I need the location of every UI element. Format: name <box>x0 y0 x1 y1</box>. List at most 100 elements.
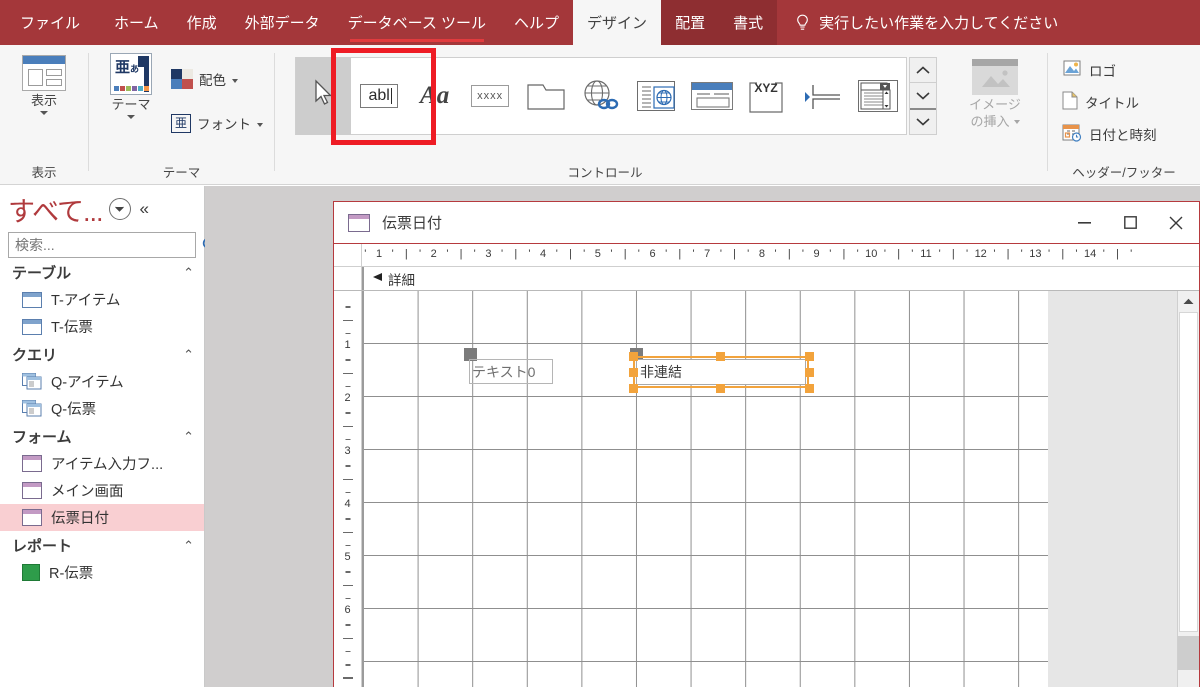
ruler-minor-tick: ' <box>911 248 914 260</box>
resize-handle-s[interactable] <box>716 384 725 393</box>
control-tab-control[interactable] <box>518 57 573 135</box>
tab-design-label: デザイン <box>587 15 648 32</box>
tab-home[interactable]: ホーム <box>100 0 173 45</box>
tab-arrange[interactable]: 配置 <box>661 0 720 45</box>
ruler-tick <box>345 650 350 653</box>
control-text-box[interactable]: abl <box>351 57 406 135</box>
resize-handle-n[interactable] <box>716 352 725 361</box>
resize-handle-sw[interactable] <box>629 384 638 393</box>
tab-format[interactable]: 書式 <box>719 0 778 45</box>
scrollbar-track-lower[interactable] <box>1178 636 1199 670</box>
nav-item-label: Q-伝票 <box>51 402 97 418</box>
chevron-circle-down-icon[interactable] <box>108 198 131 220</box>
ruler-half-tick: | <box>1006 248 1010 260</box>
title-button[interactable]: タイトル <box>1062 91 1139 113</box>
form-section-header[interactable]: 詳細 <box>334 267 1199 291</box>
control-navigation[interactable] <box>684 57 739 135</box>
nav-group-forms[interactable]: フォーム ⌃ <box>0 422 204 450</box>
double-chevron-left-icon[interactable]: « <box>140 199 149 219</box>
tab-database-tools[interactable]: データベース ツール <box>334 0 500 45</box>
ruler-tick-label: 11 <box>920 248 932 260</box>
ruler-minor-tick: ' <box>418 248 422 260</box>
search-box[interactable] <box>8 232 218 258</box>
nav-item-q-item[interactable]: Q-アイテム <box>0 368 204 395</box>
date-time-button[interactable]: 日付と時刻 <box>1062 123 1157 145</box>
resize-handle-ne[interactable] <box>805 352 814 361</box>
ruler-tick-label: 13 <box>1029 248 1042 260</box>
nav-item-label: R-伝票 <box>49 566 94 582</box>
section-expander-icon[interactable] <box>372 271 383 286</box>
search-input[interactable] <box>9 237 202 253</box>
close-button[interactable] <box>1153 202 1199 244</box>
ruler-tick <box>345 359 350 361</box>
ruler-tick <box>342 425 353 427</box>
design-canvas-row: 1 2 3 4 5 6 テキスト0 非連結 <box>334 291 1199 687</box>
gallery-more-button[interactable] <box>910 107 936 134</box>
minimize-button[interactable] <box>1061 202 1107 244</box>
tab-design[interactable]: デザイン <box>573 0 662 45</box>
control-combo-box[interactable] <box>851 57 906 135</box>
control-web-browser[interactable] <box>629 57 684 135</box>
control-select-tool[interactable] <box>296 57 352 135</box>
logo-button[interactable]: ロゴ <box>1062 59 1116 80</box>
nav-item-main-screen[interactable]: メイン画面 <box>0 477 204 504</box>
maximize-button[interactable] <box>1107 202 1153 244</box>
nav-item-t-item[interactable]: T-アイテム <box>0 286 204 313</box>
resize-handle-se[interactable] <box>805 384 814 393</box>
gallery-scroll-buttons <box>909 57 937 135</box>
ruler-tick-label: 4 <box>344 498 351 510</box>
control-unbound-object-frame[interactable]: XYZ <box>740 57 795 135</box>
vertical-scrollbar[interactable] <box>1177 291 1199 687</box>
view-button-label: 表示 <box>30 93 57 108</box>
nav-item-r-slip[interactable]: R-伝票 <box>0 559 204 586</box>
chevron-down-icon[interactable] <box>257 122 263 127</box>
gallery-scroll-up-button[interactable] <box>910 58 936 82</box>
combo-box-icon <box>858 80 899 112</box>
fonts-button[interactable]: 亜 フォント <box>171 113 263 133</box>
tab-external-data[interactable]: 外部データ <box>231 0 334 45</box>
navigation-control-icon <box>690 82 733 110</box>
navigation-pane-header: すべて... « <box>0 186 204 232</box>
form-window-titlebar: 伝票日付 <box>334 202 1199 244</box>
insert-image-button[interactable]: イメージ の挿入 <box>955 59 1035 129</box>
chevron-down-icon[interactable] <box>232 78 238 83</box>
tab-file[interactable]: ファイル <box>0 0 100 45</box>
resize-handle-e[interactable] <box>805 368 814 377</box>
chevron-down-icon[interactable] <box>1013 120 1020 124</box>
nav-group-queries[interactable]: クエリ ⌃ <box>0 340 204 368</box>
scrollbar-thumb[interactable] <box>1179 312 1198 632</box>
nav-group-tables[interactable]: テーブル ⌃ <box>0 258 204 286</box>
resize-handle-w[interactable] <box>629 368 638 377</box>
control-hyperlink[interactable] <box>573 57 628 135</box>
control-button[interactable]: xxxx <box>462 57 517 135</box>
scroll-up-button[interactable] <box>1178 291 1199 312</box>
chevron-up-icon[interactable]: ⌃ <box>183 538 194 554</box>
colors-button[interactable]: 配色 <box>171 69 238 89</box>
tab-create[interactable]: 作成 <box>173 0 231 45</box>
nav-group-queries-label: クエリ <box>12 347 58 364</box>
theme-button[interactable]: 亜あ テーマ <box>95 53 167 119</box>
control-label[interactable]: Aa <box>407 57 462 135</box>
tab-help[interactable]: ヘルプ <box>500 0 573 45</box>
label-control[interactable]: テキスト0 <box>469 359 553 384</box>
gallery-scroll-down-button[interactable] <box>910 82 936 107</box>
chevron-up-icon[interactable]: ⌃ <box>183 429 194 445</box>
nav-item-slip-date[interactable]: 伝票日付 <box>0 504 204 531</box>
tell-me-box[interactable]: 実行したい作業を入力してください <box>777 0 1058 45</box>
view-button[interactable]: 表示 <box>9 55 79 115</box>
ruler-half-tick: | <box>842 248 846 260</box>
chevron-up-icon[interactable]: ⌃ <box>183 265 194 281</box>
nav-item-item-entry-form[interactable]: アイテム入力フ... <box>0 450 204 477</box>
nav-group-reports[interactable]: レポート ⌃ <box>0 531 204 559</box>
ruler-minor-tick: ' <box>391 248 394 260</box>
nav-item-t-slip[interactable]: T-伝票 <box>0 313 204 340</box>
control-page-break[interactable] <box>795 57 850 135</box>
ruler-half-tick: | <box>569 248 572 260</box>
design-surface[interactable]: テキスト0 非連結 <box>362 291 1199 687</box>
xxxx-button-icon: xxxx <box>471 85 510 107</box>
nav-item-q-slip[interactable]: Q-伝票 <box>0 395 204 422</box>
chevron-down-icon[interactable] <box>40 111 48 115</box>
resize-handle-nw[interactable] <box>629 352 638 361</box>
chevron-up-icon[interactable]: ⌃ <box>183 347 194 363</box>
chevron-down-icon[interactable] <box>127 115 135 119</box>
